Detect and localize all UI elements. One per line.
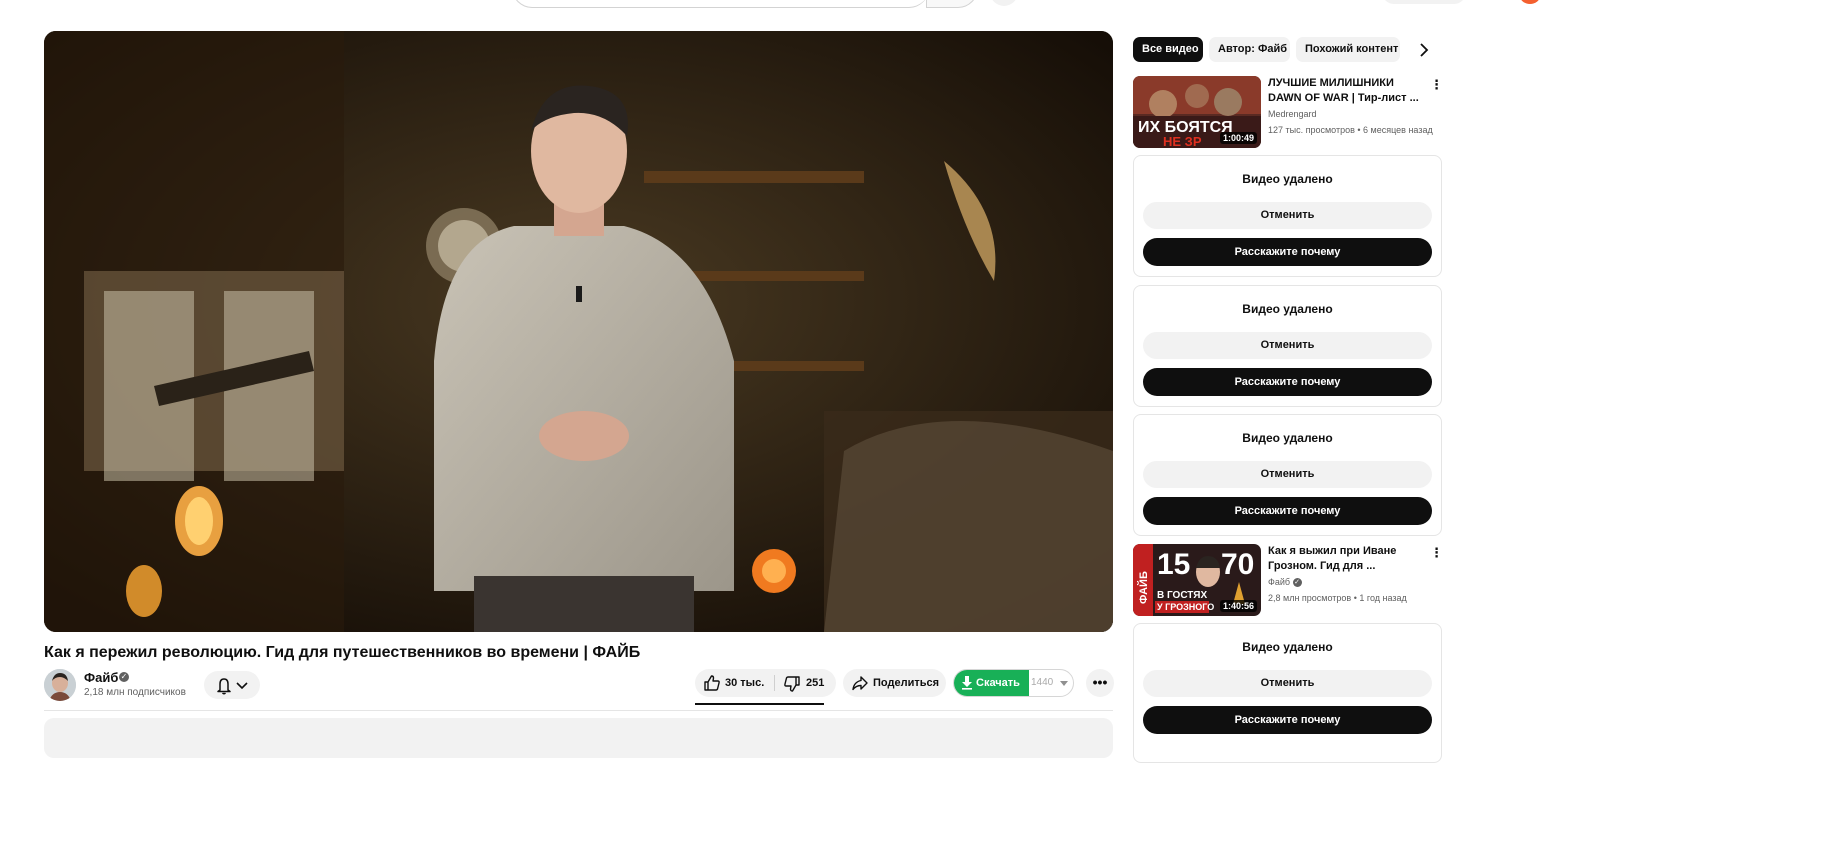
chip-author[interactable]: Автор: Файб	[1209, 37, 1290, 62]
verified-icon: ✓	[119, 672, 129, 682]
create-button[interactable]	[1382, 0, 1466, 4]
share-button[interactable]: Поделиться	[843, 669, 946, 697]
thumb-text-4: У ГРОЗНОГО	[1157, 602, 1214, 612]
chip-similar[interactable]: Похожий контент	[1296, 37, 1400, 62]
download-group: Скачать 1440	[953, 669, 1074, 697]
download-quality: 1440	[1031, 677, 1054, 688]
chevron-down-icon	[236, 682, 248, 690]
thumb-text-3: В ГОСТЯХ	[1157, 590, 1207, 601]
tell-why-button[interactable]: Расскажите почему	[1143, 497, 1432, 525]
related-title-1[interactable]: ЛУЧШИЕ МИЛИШНИКИ DAWN OF WAR | Тир-лист …	[1268, 76, 1426, 106]
thumbs-up-icon	[704, 675, 720, 691]
related-meta-1: 127 тыс. просмотров • 6 месяцев назад	[1268, 125, 1433, 135]
related-meta-2: 2,8 млн просмотров • 1 год назад	[1268, 593, 1407, 603]
thumb-text-1: 15	[1157, 548, 1190, 581]
tell-why-button[interactable]: Расскажите почему	[1143, 706, 1432, 734]
removed-title: Видео удалено	[1242, 172, 1333, 186]
video-player[interactable]	[44, 31, 1113, 632]
like-count: 30 тыс.	[725, 677, 765, 689]
bell-icon	[217, 678, 231, 695]
removed-video-card: Видео удалено Отменить Расскажите почему	[1133, 285, 1442, 407]
account-avatar[interactable]	[1520, 0, 1540, 4]
verified-icon: ✓	[1292, 578, 1302, 588]
video-duration: 1:00:49	[1219, 132, 1257, 144]
quality-dropdown-icon[interactable]	[1060, 681, 1068, 687]
removed-title: Видео удалено	[1242, 431, 1333, 445]
like-button[interactable]: 30 тыс.	[695, 669, 774, 697]
share-icon	[852, 676, 868, 691]
more-vertical-icon[interactable]: ⋮	[1430, 77, 1443, 93]
like-indicator	[695, 703, 824, 705]
description-box[interactable]	[44, 718, 1113, 758]
thumb-brand: ФАЙБ	[1137, 571, 1150, 604]
channel-avatar[interactable]	[44, 669, 76, 701]
thumb-text-2: 70	[1221, 548, 1254, 581]
video-duration: 1:40:56	[1219, 600, 1257, 612]
removed-video-card: Видео удалено Отменить Расскажите почему	[1133, 623, 1442, 763]
dislike-count: 251	[806, 677, 825, 689]
undo-button[interactable]: Отменить	[1143, 461, 1432, 488]
undo-button[interactable]: Отменить	[1143, 202, 1432, 229]
thumbs-down-icon	[784, 676, 800, 692]
download-button[interactable]: Скачать	[954, 670, 1029, 696]
undo-button[interactable]: Отменить	[1143, 670, 1432, 697]
undo-button[interactable]: Отменить	[1143, 332, 1432, 359]
removed-video-card: Видео удалено Отменить Расскажите почему	[1133, 155, 1442, 277]
voice-search-button[interactable]	[990, 0, 1018, 6]
related-channel-2-label: Файб	[1268, 577, 1291, 587]
chip-all-videos[interactable]: Все видео	[1133, 37, 1203, 62]
notifications-button[interactable]	[204, 671, 260, 699]
related-channel-1[interactable]: Medrengard	[1268, 108, 1317, 120]
subscriber-count: 2,18 млн подписчиков	[84, 687, 186, 698]
download-icon	[962, 676, 972, 690]
related-thumbnail-2[interactable]: ФАЙБ 15 70 В ГОСТЯХ У ГРОЗНОГО 1:40:56	[1133, 544, 1261, 616]
removed-title: Видео удалено	[1242, 640, 1333, 654]
download-label: Скачать	[976, 677, 1020, 689]
related-title-2[interactable]: Как я выжил при Иване Грозном. Гид для .…	[1268, 544, 1426, 574]
related-thumbnail-1[interactable]: ИХ БОЯТСЯ НЕ ЗР 1:00:49	[1133, 76, 1261, 148]
video-frame	[44, 31, 1113, 632]
search-button[interactable]	[926, 0, 978, 8]
related-channel-2[interactable]: Файб ✓	[1268, 576, 1302, 588]
like-dislike-group: 30 тыс. 251	[695, 669, 836, 697]
search-input[interactable]	[512, 0, 929, 8]
video-title: Как я пережил революцию. Гид для путешес…	[44, 644, 641, 661]
thumb-text-2: НЕ ЗР	[1163, 134, 1202, 148]
removed-title: Видео удалено	[1242, 302, 1333, 316]
channel-name[interactable]: Файб	[84, 670, 118, 686]
more-actions-button[interactable]: •••	[1086, 669, 1114, 697]
removed-video-card: Видео удалено Отменить Расскажите почему	[1133, 414, 1442, 536]
share-label: Поделиться	[873, 677, 940, 689]
more-horizontal-icon: •••	[1092, 674, 1108, 690]
tell-why-button[interactable]: Расскажите почему	[1143, 238, 1432, 266]
section-divider	[44, 710, 1113, 711]
dislike-button[interactable]: 251	[775, 669, 836, 697]
tell-why-button[interactable]: Расскажите почему	[1143, 368, 1432, 396]
chevron-right-icon[interactable]	[1414, 40, 1434, 60]
more-vertical-icon[interactable]: ⋮	[1430, 545, 1443, 561]
